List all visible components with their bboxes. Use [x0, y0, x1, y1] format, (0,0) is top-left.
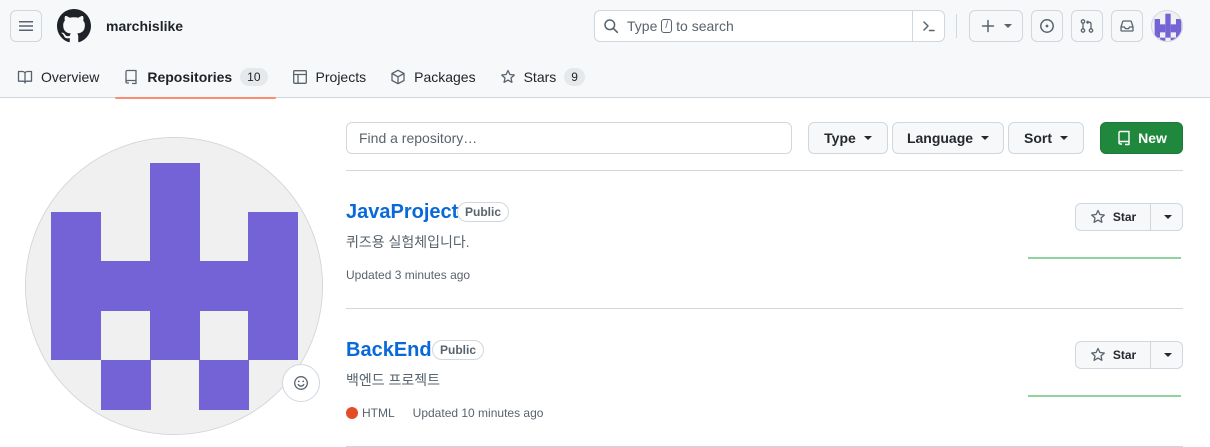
chevron-down-icon	[1060, 136, 1068, 140]
repo-meta: HTML Updated 10 minutes ago	[346, 406, 543, 420]
tab-label: Projects	[315, 69, 367, 85]
inbox-button[interactable]	[1111, 10, 1143, 42]
new-repository-button[interactable]: New	[1100, 122, 1183, 154]
repo-description: 퀴즈용 실험체입니다.	[346, 234, 470, 250]
star-button[interactable]: Star	[1076, 204, 1151, 230]
chevron-down-icon	[863, 136, 872, 140]
smiley-icon	[294, 376, 308, 390]
star-label: Star	[1112, 348, 1137, 362]
command-palette-icon	[922, 21, 935, 32]
find-repository-input[interactable]	[346, 122, 792, 154]
tab-packages[interactable]: Packages	[382, 56, 483, 98]
language-filter-button[interactable]: Language	[892, 122, 1004, 154]
issues-button[interactable]	[1031, 10, 1063, 42]
package-icon	[391, 69, 405, 85]
repositories-count: 10	[240, 68, 268, 86]
owner-name[interactable]: marchislike	[106, 18, 183, 34]
star-button-group: Star	[1075, 203, 1183, 231]
inbox-icon	[1120, 20, 1134, 32]
plus-icon	[981, 19, 995, 33]
tab-projects[interactable]: Projects	[284, 56, 375, 98]
tab-repositories[interactable]: Repositories 10	[115, 56, 276, 99]
repo-list-item: JavaProject Public 퀴즈용 실험체입니다. Updated 3…	[346, 171, 1183, 309]
create-new-button[interactable]	[969, 10, 1023, 42]
tab-label: Repositories	[147, 69, 233, 85]
star-label: Star	[1112, 210, 1137, 224]
star-icon	[500, 69, 515, 83]
star-button[interactable]: Star	[1076, 342, 1151, 368]
repo-description: 백엔드 프로젝트	[346, 372, 441, 388]
star-icon	[1090, 347, 1105, 361]
issue-icon	[1040, 19, 1054, 33]
repo-icon	[1118, 130, 1130, 146]
repo-updated: Updated 10 minutes ago	[412, 406, 544, 420]
activity-sparkline	[1028, 257, 1181, 259]
star-lists-dropdown[interactable]	[1151, 204, 1182, 230]
visibility-badge: Public	[457, 202, 510, 222]
chevron-down-icon	[981, 136, 990, 140]
repo-language: HTML	[362, 406, 395, 420]
header-divider	[956, 14, 957, 38]
visibility-badge: Public	[432, 340, 485, 360]
global-header: marchislike Type / to search Overview Re…	[0, 0, 1210, 99]
tab-label: Overview	[41, 69, 100, 85]
repo-meta: Updated 3 minutes ago	[346, 268, 470, 282]
profile-tabs: Overview Repositories 10 Projects Packag…	[0, 56, 601, 99]
command-palette-button[interactable]	[912, 11, 944, 41]
stars-count: 9	[564, 68, 585, 86]
identicon-small	[1152, 11, 1182, 41]
star-button-group: Star	[1075, 341, 1183, 369]
repo-updated: Updated 3 minutes ago	[346, 268, 471, 282]
sort-label: Sort	[1024, 130, 1052, 146]
repo-list-item: BackEnd Public 백엔드 프로젝트 HTML Updated 10 …	[346, 309, 1183, 447]
activity-sparkline	[1028, 395, 1181, 397]
github-logo-icon[interactable]	[57, 9, 91, 43]
tab-label: Packages	[414, 69, 476, 85]
sort-button[interactable]: Sort	[1008, 122, 1084, 154]
chevron-down-icon	[1163, 215, 1172, 219]
pull-request-icon	[1080, 19, 1094, 33]
new-button-label: New	[1138, 130, 1167, 146]
pull-requests-button[interactable]	[1071, 10, 1103, 42]
star-lists-dropdown[interactable]	[1151, 342, 1182, 368]
chevron-down-icon	[1163, 353, 1172, 357]
profile-avatar[interactable]	[25, 137, 323, 435]
search-shortcut-key: /	[661, 19, 673, 33]
search-icon	[604, 19, 619, 34]
repo-name-link[interactable]: JavaProject	[346, 201, 458, 224]
language-filter-label: Language	[906, 130, 974, 146]
global-search[interactable]: Type / to search	[594, 10, 945, 42]
type-filter-button[interactable]: Type	[808, 122, 888, 154]
type-filter-label: Type	[824, 130, 856, 146]
tab-label: Stars	[523, 69, 557, 85]
repo-icon	[125, 69, 138, 85]
star-icon	[1090, 209, 1105, 223]
search-prefix: Type	[627, 18, 658, 34]
menu-icon	[19, 21, 33, 31]
set-status-button[interactable]	[282, 364, 320, 402]
chevron-down-icon	[1004, 24, 1012, 28]
tab-stars[interactable]: Stars 9	[492, 56, 593, 98]
language-color-dot	[346, 407, 358, 419]
menu-button[interactable]	[10, 10, 42, 42]
user-avatar[interactable]	[1151, 10, 1183, 42]
table-icon	[292, 70, 307, 84]
tab-overview[interactable]: Overview	[9, 56, 107, 98]
identicon-large	[26, 138, 322, 434]
search-suffix: to search	[676, 18, 734, 34]
book-icon	[17, 70, 33, 84]
repo-name-link[interactable]: BackEnd	[346, 339, 432, 362]
